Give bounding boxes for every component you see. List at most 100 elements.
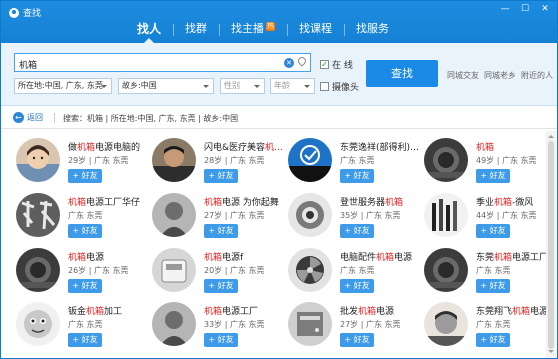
maximize-icon[interactable]: ☐ <box>519 4 531 14</box>
hot-badge: 热 <box>266 22 276 31</box>
add-friend-button[interactable]: + 好友 <box>340 333 374 347</box>
name-keyword-highlight: 机箱 <box>494 253 513 263</box>
result-card[interactable]: 东莞翔飞机箱电源 广东 东莞 + 好友 <box>416 302 552 358</box>
result-name[interactable]: 机箱电源 为你起舞 <box>204 195 279 208</box>
result-card[interactable]: 机箱电源f 20岁 | 广东 东莞 + 好友 <box>144 248 280 304</box>
add-friend-button[interactable]: + 好友 <box>204 224 238 238</box>
tab-find-groups[interactable]: 找群 <box>173 19 219 43</box>
result-card[interactable]: 做机箱电源电脑的 29岁 | 广东 东莞 + 好友 <box>8 138 144 194</box>
add-friend-button[interactable]: + 好友 <box>340 279 374 293</box>
back-button[interactable]: ← 返回 <box>13 112 43 123</box>
result-name[interactable]: 做机箱电源电脑的 <box>68 140 140 153</box>
avatar[interactable] <box>288 193 332 237</box>
result-name[interactable]: 机箱电源工厂 <box>204 304 258 317</box>
result-name[interactable]: 闪电&医疗美容机… <box>204 140 283 153</box>
hometown-select[interactable]: 故乡:中国 <box>118 78 214 94</box>
location-pin-icon[interactable] <box>296 55 308 67</box>
result-card[interactable]: 季业机箱-微风 44岁 | 广东 东莞 + 好友 <box>416 193 552 249</box>
add-friend-button[interactable]: + 好友 <box>340 224 374 238</box>
result-name[interactable]: 批发机箱电源 <box>340 304 394 317</box>
add-friend-button[interactable]: + 好友 <box>204 169 238 183</box>
avatar[interactable] <box>288 248 332 292</box>
close-icon[interactable]: ✕ <box>539 4 551 14</box>
result-card[interactable]: 机箱电源 为你起舞 27岁 | 广东 东莞 + 好友 <box>144 193 280 249</box>
results-grid: 做机箱电源电脑的 29岁 | 广东 东莞 + 好友 闪电&医疗美容机… 28岁 | 广东… <box>1 130 557 358</box>
location-select[interactable]: 所在地:中国, 广东, 东莞 <box>14 78 112 94</box>
tab-find-services[interactable]: 找服务 <box>344 19 401 43</box>
result-name[interactable]: 东莞逸祥(部得利)… <box>340 140 419 153</box>
avatar[interactable] <box>16 138 60 182</box>
clear-icon[interactable]: ✕ <box>284 58 294 68</box>
back-arrow-icon: ← <box>13 112 24 123</box>
gender-select[interactable]: 性别 <box>220 78 265 94</box>
avatar[interactable] <box>152 138 196 182</box>
add-friend-button[interactable]: + 好友 <box>340 169 374 183</box>
result-card[interactable]: 机箱 49岁 | 广东 东莞 + 好友 <box>416 138 552 194</box>
result-name[interactable]: 钣金机箱加工 <box>68 304 122 317</box>
avatar-image <box>152 302 196 346</box>
add-friend-button[interactable]: + 好友 <box>68 224 102 238</box>
name-text: 季业 <box>476 198 495 208</box>
link-local-friends[interactable]: 同城交友 <box>447 70 479 81</box>
result-card[interactable]: 东莞逸祥(部得利)… 广东 东莞 + 好友 <box>280 138 419 194</box>
link-hometown-friends[interactable]: 同城老乡 <box>484 70 516 81</box>
tab-find-streamers[interactable]: 找主播热 <box>219 19 287 43</box>
age-select[interactable]: 年龄 <box>270 78 315 94</box>
link-nearby-people[interactable]: 附近的人 <box>521 70 553 81</box>
result-name[interactable]: 机箱电源工厂华仔 <box>68 195 140 208</box>
result-name[interactable]: 季业机箱-微风 <box>476 195 533 208</box>
result-card[interactable]: 登世服务器机箱 35岁 | 广东 东莞 + 好友 <box>280 193 416 249</box>
result-card[interactable]: 闪电&医疗美容机… 28岁 | 广东 东莞 + 好友 <box>144 138 283 194</box>
scrollbar[interactable] <box>546 131 556 357</box>
add-friend-button[interactable]: + 好友 <box>476 279 510 293</box>
result-name[interactable]: 登世服务器机箱 <box>340 195 403 208</box>
result-card[interactable]: 电脑配件机箱电源 广东 东莞 + 好友 <box>280 248 416 304</box>
webcam-checkbox[interactable]: 摄像头 <box>320 80 359 93</box>
add-friend-button[interactable]: + 好友 <box>476 333 510 347</box>
result-name[interactable]: 东莞机箱电源工厂… <box>476 250 557 263</box>
name-keyword-highlight: 机箱 <box>358 307 377 317</box>
result-card[interactable]: 批发机箱电源 27岁 | 广东 东莞 + 好友 <box>280 302 416 358</box>
result-name[interactable]: 电脑配件机箱电源 <box>340 250 412 263</box>
avatar[interactable] <box>288 138 332 182</box>
avatar[interactable] <box>424 302 468 346</box>
avatar[interactable] <box>152 193 196 237</box>
avatar[interactable] <box>16 193 60 237</box>
result-card[interactable]: 机箱电源 26岁 | 广东 东莞 + 好友 <box>8 248 144 304</box>
search-input[interactable]: 机箱 ✕ <box>14 53 311 72</box>
result-card[interactable]: 钣金机箱加工 广东 东莞 + 好友 <box>8 302 144 358</box>
scrollbar-thumb[interactable] <box>548 141 554 349</box>
result-card[interactable]: 机箱电源工厂 33岁 | 广东 东莞 + 好友 <box>144 302 280 358</box>
scroll-down-icon[interactable] <box>548 350 554 356</box>
avatar[interactable] <box>152 248 196 292</box>
result-name[interactable]: 机箱电源 <box>68 250 104 263</box>
add-friend-button[interactable]: + 好友 <box>68 169 102 183</box>
result-card[interactable]: 东莞机箱电源工厂… 广东 东莞 + 好友 <box>416 248 557 304</box>
add-friend-button[interactable]: + 好友 <box>476 169 510 183</box>
result-name[interactable]: 机箱 <box>476 140 494 153</box>
scroll-up-icon[interactable] <box>548 132 554 138</box>
add-friend-button[interactable]: + 好友 <box>68 333 102 347</box>
result-name[interactable]: 机箱电源f <box>204 250 243 263</box>
avatar[interactable] <box>152 302 196 346</box>
result-name[interactable]: 东莞翔飞机箱电源 <box>476 304 548 317</box>
add-friend-button[interactable]: + 好友 <box>476 224 510 238</box>
add-friend-button[interactable]: + 好友 <box>204 333 238 347</box>
minimize-icon[interactable]: — <box>499 4 511 14</box>
avatar[interactable] <box>424 248 468 292</box>
find-button[interactable]: 查找 <box>366 60 438 87</box>
avatar[interactable] <box>424 193 468 237</box>
add-friend-button[interactable]: + 好友 <box>68 279 102 293</box>
add-friend-button[interactable]: + 好友 <box>204 279 238 293</box>
tab-find-people[interactable]: 找人 <box>125 19 173 43</box>
result-card[interactable]: 机箱电源工厂华仔 广东 东莞 + 好友 <box>8 193 144 249</box>
tab-find-courses[interactable]: 找课程 <box>287 19 344 43</box>
name-text: 东莞逸祥(部得利)… <box>340 143 420 153</box>
avatar[interactable] <box>424 138 468 182</box>
name-text: 加工 <box>104 307 123 317</box>
avatar[interactable] <box>16 248 60 292</box>
name-keyword-highlight: 机箱 <box>376 253 395 263</box>
avatar[interactable] <box>16 302 60 346</box>
online-checkbox[interactable]: ✓ 在 线 <box>320 58 353 71</box>
avatar[interactable] <box>288 302 332 346</box>
